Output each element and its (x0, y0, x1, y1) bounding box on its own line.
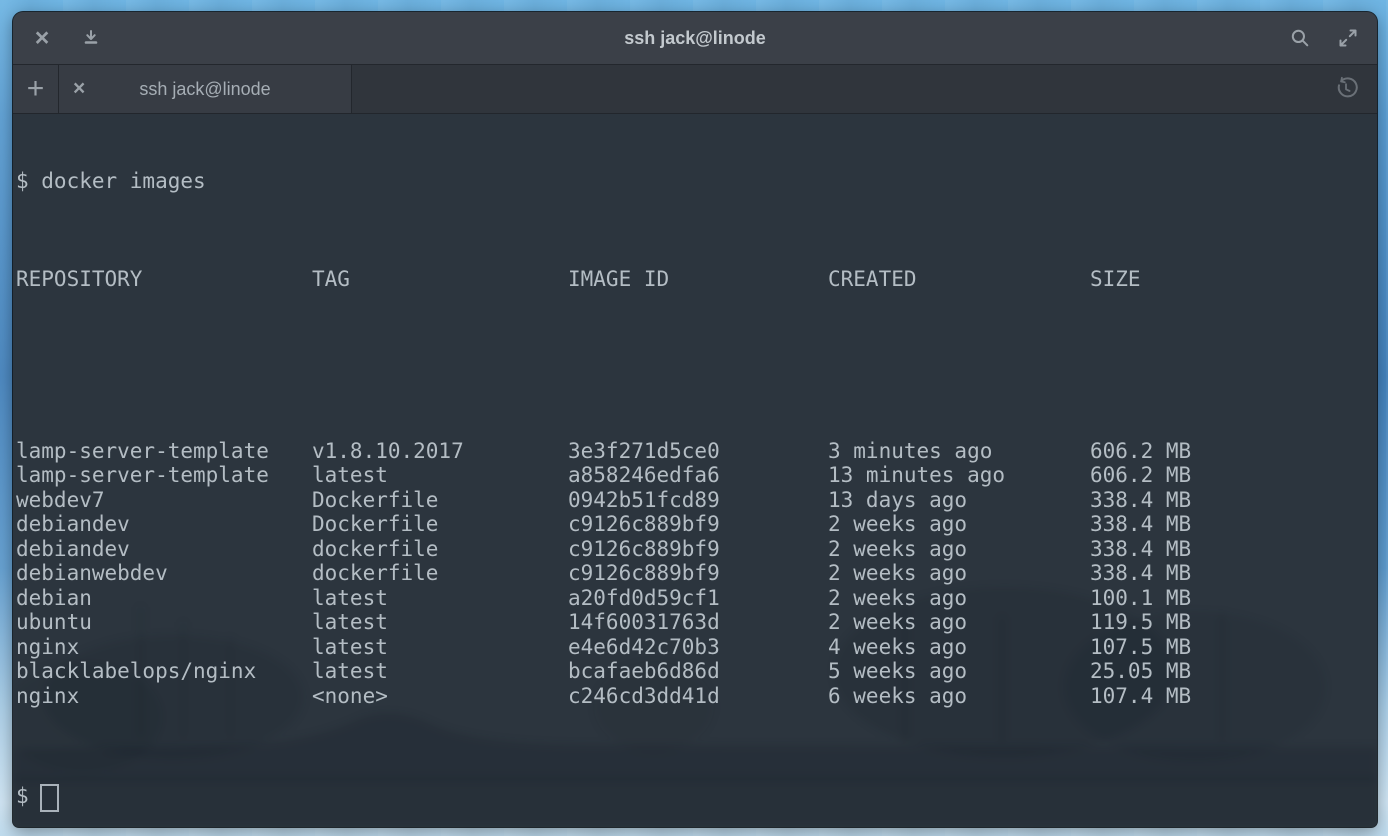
cell-created: 4 weeks ago (828, 635, 1090, 660)
cell-image-id: e4e6d42c70b3 (568, 635, 828, 660)
cell-tag: latest (312, 635, 568, 660)
cell-size: 338.4 MB (1090, 537, 1377, 562)
cell-created: 13 days ago (828, 488, 1090, 513)
table-row: nginx latest e4e6d42c70b3 4 weeks ago 10… (16, 635, 1377, 660)
terminal-window: × ssh jack@linode (13, 12, 1377, 827)
cell-size: 119.5 MB (1090, 610, 1377, 635)
titlebar: × ssh jack@linode (13, 12, 1377, 65)
tabbar-spacer (352, 65, 1333, 113)
cell-created: 3 minutes ago (828, 439, 1090, 464)
tab-label: ssh jack@linode (59, 65, 351, 113)
terminal-cursor (40, 784, 59, 812)
images-table-body: lamp-server-template v1.8.10.2017 3e3f27… (16, 365, 1377, 708)
tabbar: + × ssh jack@linode (13, 65, 1377, 114)
cell-tag: Dockerfile (312, 512, 568, 537)
table-header-row: REPOSITORY TAG IMAGE ID CREATED SIZE (16, 267, 1377, 292)
cell-created: 13 minutes ago (828, 463, 1090, 488)
cell-size: 107.4 MB (1090, 684, 1377, 709)
tab-ssh-session[interactable]: × ssh jack@linode (59, 65, 352, 113)
cell-image-id: 14f60031763d (568, 610, 828, 635)
cell-tag: Dockerfile (312, 488, 568, 513)
cell-repository: blacklabelops/nginx (16, 659, 312, 684)
header-created: CREATED (828, 267, 1090, 292)
cell-image-id: c246cd3dd41d (568, 684, 828, 709)
new-tab-button[interactable]: + (13, 65, 59, 113)
cell-size: 606.2 MB (1090, 463, 1377, 488)
cell-created: 2 weeks ago (828, 586, 1090, 611)
cell-tag: dockerfile (312, 561, 568, 586)
cell-repository: lamp-server-template (16, 463, 312, 488)
cell-image-id: 3e3f271d5ce0 (568, 439, 828, 464)
cell-repository: debiandev (16, 537, 312, 562)
cell-repository: debiandev (16, 512, 312, 537)
cell-tag: latest (312, 586, 568, 611)
cell-size: 25.05 MB (1090, 659, 1377, 684)
download-icon[interactable] (81, 28, 101, 48)
cell-created: 5 weeks ago (828, 659, 1090, 684)
table-row: blacklabelops/nginx latest bcafaeb6d86d … (16, 659, 1377, 684)
cell-repository: nginx (16, 635, 312, 660)
header-tag: TAG (312, 267, 568, 292)
titlebar-left-controls: × (13, 26, 101, 51)
table-row: webdev7 Dockerfile 0942b51fcd89 13 days … (16, 488, 1377, 513)
terminal-output: $ docker images REPOSITORY TAG IMAGE ID … (13, 114, 1377, 827)
cell-size: 338.4 MB (1090, 488, 1377, 513)
cell-created: 2 weeks ago (828, 561, 1090, 586)
table-row: debianwebdev dockerfile c9126c889bf9 2 w… (16, 561, 1377, 586)
cell-tag: latest (312, 463, 568, 488)
cell-image-id: c9126c889bf9 (568, 537, 828, 562)
cell-created: 2 weeks ago (828, 537, 1090, 562)
cell-tag: <none> (312, 684, 568, 709)
cell-repository: nginx (16, 684, 312, 709)
command-line: $ docker images (16, 169, 1377, 194)
expand-icon[interactable] (1337, 27, 1359, 49)
cell-image-id: a858246edfa6 (568, 463, 828, 488)
table-row: ubuntu latest 14f60031763d 2 weeks ago 1… (16, 610, 1377, 635)
header-image-id: IMAGE ID (568, 267, 828, 292)
header-repository: REPOSITORY (16, 267, 312, 292)
close-icon[interactable]: × (31, 26, 53, 51)
titlebar-right-controls (1289, 12, 1377, 64)
search-icon[interactable] (1289, 27, 1311, 49)
cell-created: 2 weeks ago (828, 512, 1090, 537)
cell-size: 606.2 MB (1090, 439, 1377, 464)
cell-created: 6 weeks ago (828, 684, 1090, 709)
plus-icon: + (27, 72, 45, 106)
cell-image-id: 0942b51fcd89 (568, 488, 828, 513)
cell-size: 338.4 MB (1090, 512, 1377, 537)
window-title: ssh jack@linode (13, 12, 1377, 64)
cell-repository: webdev7 (16, 488, 312, 513)
cell-repository: debianwebdev (16, 561, 312, 586)
cell-tag: dockerfile (312, 537, 568, 562)
prompt-line: $ (16, 782, 1377, 812)
cell-image-id: bcafaeb6d86d (568, 659, 828, 684)
cell-tag: v1.8.10.2017 (312, 439, 568, 464)
cell-created: 2 weeks ago (828, 610, 1090, 635)
cell-image-id: c9126c889bf9 (568, 561, 828, 586)
cell-tag: latest (312, 659, 568, 684)
cell-image-id: a20fd0d59cf1 (568, 586, 828, 611)
terminal-screen[interactable]: $ docker images REPOSITORY TAG IMAGE ID … (13, 114, 1377, 827)
cell-size: 338.4 MB (1090, 561, 1377, 586)
prompt-symbol: $ (16, 784, 29, 809)
table-row: debiandev dockerfile c9126c889bf9 2 week… (16, 537, 1377, 562)
cell-size: 100.1 MB (1090, 586, 1377, 611)
header-size: SIZE (1090, 267, 1377, 292)
cell-repository: lamp-server-template (16, 439, 312, 464)
cell-repository: debian (16, 586, 312, 611)
table-row: lamp-server-template latest a858246edfa6… (16, 463, 1377, 488)
table-row: lamp-server-template v1.8.10.2017 3e3f27… (16, 439, 1377, 464)
cell-size: 107.5 MB (1090, 635, 1377, 660)
cell-image-id: c9126c889bf9 (568, 512, 828, 537)
cell-tag: latest (312, 610, 568, 635)
table-row: nginx <none> c246cd3dd41d 6 weeks ago 10… (16, 684, 1377, 709)
history-icon[interactable] (1333, 76, 1359, 102)
table-row: debian latest a20fd0d59cf1 2 weeks ago 1… (16, 586, 1377, 611)
table-row: debiandev Dockerfile c9126c889bf9 2 week… (16, 512, 1377, 537)
cell-repository: ubuntu (16, 610, 312, 635)
